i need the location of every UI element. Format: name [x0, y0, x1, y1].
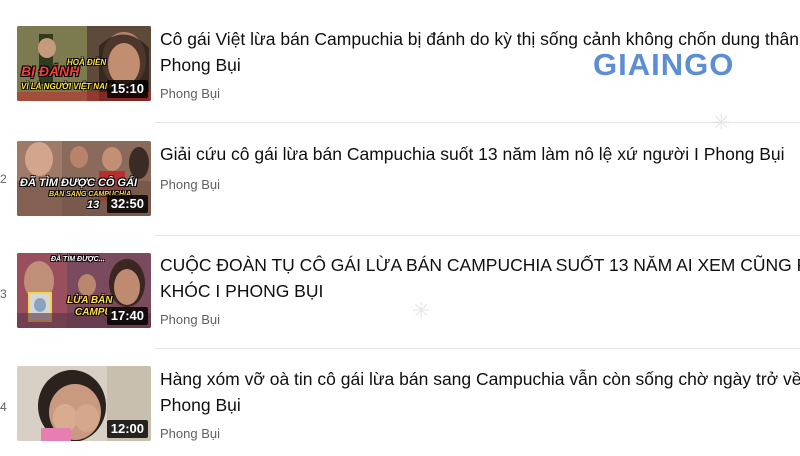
channel-name[interactable]: Phong Bụi — [160, 312, 220, 327]
video-duration: 17:40 — [106, 307, 148, 325]
sparkle-decoration: ✳ — [712, 110, 731, 135]
row-divider — [155, 122, 800, 123]
row-divider — [155, 348, 800, 349]
video-thumbnail[interactable]: BỊ ĐÁNH HOÀ ĐIỀN VÌ LÀ NGƯỜI VIỆT NAM 15… — [17, 26, 151, 101]
thumbnail-caption: LỪA BÁN — [67, 295, 113, 306]
video-thumbnail[interactable]: ĐÃ TÌM ĐƯỢC CÔ GÁI BÁN SANG CAMPUCHIA 13… — [17, 141, 151, 216]
video-row[interactable]: 2 ĐÃ TÌM ĐƯỢC CÔ GÁI BÁN SANG CAMPUCHIA … — [0, 130, 800, 230]
playlist-index: 3 — [0, 287, 7, 301]
video-title[interactable]: Giải cứu cô gái lừa bán Campuchia suốt 1… — [160, 141, 800, 167]
video-title[interactable]: CUỘC ĐOÀN TỤ CÔ GÁI LỪA BÁN CAMPUCHIA SU… — [160, 252, 800, 304]
video-title-line: Giải cứu cô gái lừa bán Campuchia suốt 1… — [160, 144, 785, 164]
video-title-line: CUỘC ĐOÀN TỤ CÔ GÁI LỪA BÁN CAMPUCHIA SU… — [160, 255, 800, 275]
thumbnail-caption: ĐÃ TÌM ĐƯỢC CÔ GÁI — [20, 177, 138, 189]
playlist-index: 2 — [0, 172, 7, 186]
video-duration: 32:50 — [106, 195, 148, 213]
row-divider — [155, 235, 800, 236]
video-duration: 12:00 — [106, 420, 148, 438]
thumbnail-caption: ĐÃ TÌM ĐƯỢC... — [51, 256, 105, 263]
channel-name[interactable]: Phong Bụi — [160, 426, 220, 441]
video-title-line: KHÓC I PHONG BỤI — [160, 281, 324, 301]
sparkle-decoration: ✳ — [412, 298, 431, 323]
video-thumbnail[interactable]: ĐÃ TÌM ĐƯỢC... LỪA BÁN CAMPU 17:40 — [17, 253, 151, 328]
thumbnail-caption: 13 — [87, 199, 100, 211]
video-title-line: Hàng xóm vỡ oà tin cô gái lừa bán sang C… — [160, 369, 800, 389]
video-title[interactable]: Hàng xóm vỡ oà tin cô gái lừa bán sang C… — [160, 366, 800, 418]
watermark-logo: GIAINGO — [593, 47, 735, 82]
video-duration: 15:10 — [106, 80, 148, 98]
video-title-line: Phong Bụi — [160, 395, 241, 415]
video-row[interactable]: 3 ĐÃ TÌM ĐƯỢC... LỪA BÁN CAMPU 17:40 CUỘ… — [0, 243, 800, 343]
channel-name[interactable]: Phong Bụi — [160, 177, 220, 192]
video-row[interactable]: 4 12:00 Hàng xóm vỡ oà tin cô gái lừa bá… — [0, 356, 800, 456]
thumbnail-caption: VÌ LÀ NGƯỜI VIỆT NAM — [21, 82, 112, 91]
channel-name[interactable]: Phong Bụi — [160, 86, 220, 101]
video-thumbnail[interactable]: 12:00 — [17, 366, 151, 441]
playlist-index: 4 — [0, 400, 7, 414]
thumbnail-caption: HOÀ ĐIỀN — [67, 58, 107, 67]
